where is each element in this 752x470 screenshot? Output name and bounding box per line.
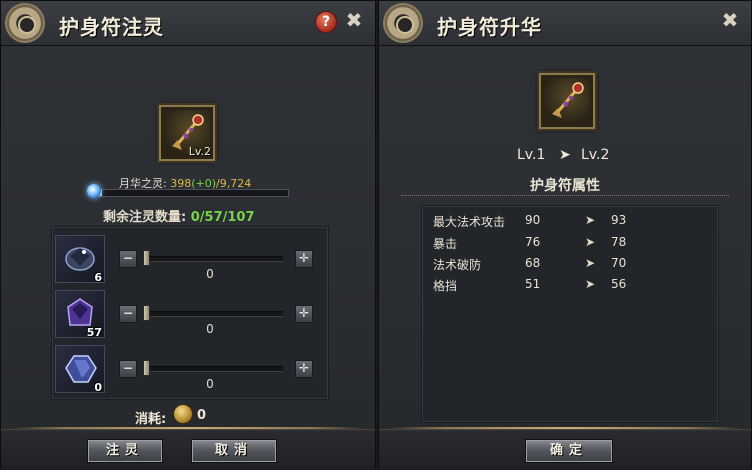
gear-emblem-icon xyxy=(5,3,45,43)
remaining-infuse-line: 剩余注灵数量: 0/57/107 xyxy=(103,206,255,225)
attribute-name: 暴击 xyxy=(433,237,458,251)
amulet-sublimation-panel: 护身符升华 ✖ Lv.1 ➤ Lv.2 护身符属性 最大法术攻击 90 ➤ 93… xyxy=(378,0,752,470)
gem-1-minus-button[interactable]: − xyxy=(119,250,137,268)
right-titlebar: 护身符升华 ✖ xyxy=(379,1,751,46)
attribute-new-value: 93 xyxy=(611,213,627,227)
gem-3-slider-thumb[interactable] xyxy=(143,360,150,376)
level-arrow-icon: ➤ xyxy=(559,147,571,163)
attribute-old-value: 51 xyxy=(525,277,541,291)
cost-value: 0 xyxy=(197,408,207,423)
gem-1-value: 0 xyxy=(206,267,214,281)
attribute-row: 法术破防 68 ➤ 70 xyxy=(379,256,751,276)
amulet-staff-icon xyxy=(552,82,584,118)
attribute-arrow-icon: ➤ xyxy=(585,235,596,249)
gem-count-2: 57 xyxy=(86,326,102,339)
attribute-arrow-icon: ➤ xyxy=(585,256,596,270)
attribute-row: 最大法术攻击 90 ➤ 93 xyxy=(379,213,751,233)
attribute-row: 格挡 51 ➤ 56 xyxy=(379,277,751,297)
gem-2-plus-button[interactable]: ✛ xyxy=(295,305,313,323)
attribute-name: 法术破防 xyxy=(433,258,482,272)
right-panel-title: 护身符升华 xyxy=(437,15,542,39)
attributes-header: 护身符属性 xyxy=(530,178,600,194)
gem-count-3: 0 xyxy=(94,381,102,394)
infuse-button[interactable]: 注灵 xyxy=(87,439,163,463)
attribute-old-value: 76 xyxy=(525,235,541,249)
gem-slot-2[interactable]: 57 xyxy=(55,290,105,339)
gem-3-minus-button[interactable]: − xyxy=(119,360,137,378)
attribute-old-value: 90 xyxy=(525,213,541,227)
gem-2-value: 0 xyxy=(206,322,214,336)
attribute-row: 暴击 76 ➤ 78 xyxy=(379,235,751,255)
attribute-new-value: 70 xyxy=(611,256,627,270)
close-icon[interactable]: ✖ xyxy=(719,9,741,31)
attribute-name: 最大法术攻击 xyxy=(433,215,506,229)
amulet-level: Lv.2 xyxy=(188,145,211,158)
attribute-new-value: 78 xyxy=(611,235,627,249)
gem-3-plus-button[interactable]: ✛ xyxy=(295,360,313,378)
attribute-old-value: 68 xyxy=(525,256,541,270)
attribute-arrow-icon: ➤ xyxy=(585,277,596,291)
level-to: Lv.2 xyxy=(581,147,610,163)
gear-emblem-icon xyxy=(383,3,423,43)
cost-label: 消耗: xyxy=(135,412,167,427)
attribute-arrow-icon: ➤ xyxy=(585,213,596,227)
left-panel-title: 护身符注灵 xyxy=(59,15,164,39)
coin-icon xyxy=(173,404,193,424)
amulet-preview xyxy=(539,73,595,129)
left-titlebar: 护身符注灵 ? ✖ xyxy=(1,1,375,46)
gem-2-minus-button[interactable]: − xyxy=(119,305,137,323)
gem-slot-3[interactable]: 0 xyxy=(55,345,105,394)
gem-2-slider[interactable] xyxy=(143,311,283,317)
gem-3-value: 0 xyxy=(206,377,214,391)
level-from: Lv.1 xyxy=(517,147,546,163)
amulet-slot[interactable]: Lv.2 xyxy=(159,105,215,161)
cancel-button[interactable]: 取消 xyxy=(191,439,277,463)
left-bottom-bar: 注灵 取消 xyxy=(1,429,375,470)
gem-slot-1[interactable]: 6 xyxy=(55,235,105,284)
amulet-infuse-panel: 护身符注灵 ? ✖ Lv.2 月华之灵: 398(+0)/9,724 剩余注灵数… xyxy=(0,0,376,470)
confirm-button[interactable]: 确定 xyxy=(525,439,613,463)
attributes-divider xyxy=(401,195,729,196)
gem-1-plus-button[interactable]: ✛ xyxy=(295,250,313,268)
right-bottom-bar: 确定 xyxy=(379,429,751,470)
gem-2-slider-thumb[interactable] xyxy=(143,305,150,321)
help-icon[interactable]: ? xyxy=(315,11,337,33)
close-icon[interactable]: ✖ xyxy=(343,9,365,31)
remaining-value: 0/57/107 xyxy=(190,210,255,225)
gem-1-slider[interactable] xyxy=(143,256,283,262)
gem-count-1: 6 xyxy=(94,271,102,284)
moon-essence-bar xyxy=(93,189,289,197)
gem-1-slider-thumb[interactable] xyxy=(143,250,150,266)
attribute-name: 格挡 xyxy=(433,279,458,293)
moon-orb-icon xyxy=(87,184,101,198)
remaining-label: 剩余注灵数量: xyxy=(103,210,187,225)
attribute-new-value: 56 xyxy=(611,277,627,291)
gem-3-slider[interactable] xyxy=(143,366,283,372)
